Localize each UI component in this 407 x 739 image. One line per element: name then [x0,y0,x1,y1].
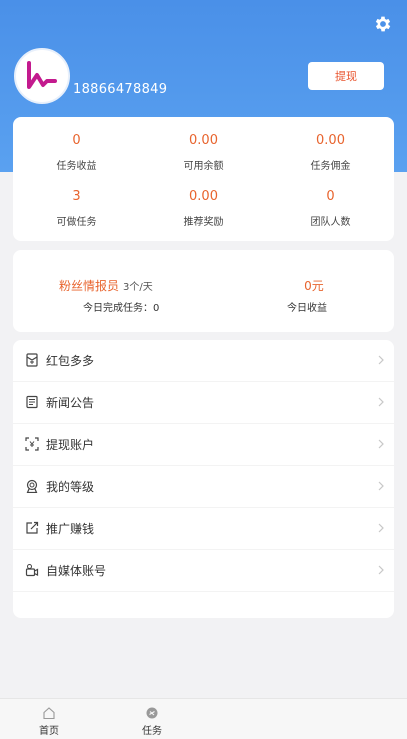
menu-item-label: 自媒体账号 [46,564,107,578]
fans-title-text: 粉丝情报员 [59,279,120,293]
share-icon [26,521,39,534]
menu-item-label: 提现账户 [46,438,95,452]
stat-label: 团队人数 [310,217,351,228]
bottom-tab-bar: 首页 任务 [0,698,407,739]
avatar-logo-icon [27,61,57,89]
menu-item-media-account[interactable]: 自媒体账号 [13,550,394,592]
fans-card[interactable]: 粉丝情报员 3个/天 今日完成任务：0 0元 今日收益 [13,250,394,332]
settings-gear-icon[interactable] [373,14,393,34]
level-badge-icon [26,479,38,493]
task-icon [146,707,158,719]
stat-value: 0 [326,189,335,204]
menu-item-withdraw-account[interactable]: 提现账户 [13,424,394,466]
tab-tasks[interactable]: 任务 [117,699,187,739]
stat-task-income[interactable]: 0 任务收益 [13,133,140,172]
news-icon [26,395,38,409]
tab-label: 任务 [142,726,162,737]
stats-card: 0 任务收益 0.00 可用余额 0.00 任务佣金 3 可做任务 0.00 推… [13,117,394,241]
tab-label: 首页 [39,726,59,737]
menu-item-label: 我的等级 [46,480,95,494]
red-packet-icon [26,353,38,367]
stat-label: 推荐奖励 [183,217,224,228]
chevron-right-icon [378,397,384,407]
menu-item-label: 红包多多 [46,354,95,368]
today-income-value: 0元 [304,279,324,293]
stat-available-tasks[interactable]: 3 可做任务 [13,189,140,228]
today-income-label: 今日收益 [287,303,327,314]
menu-item-label: 推广赚钱 [46,522,95,536]
stat-referral-reward[interactable]: 0.00 推荐奖励 [140,189,267,228]
stat-value: 0 [72,133,81,148]
menu-item-red-packet[interactable]: 红包多多 [13,340,394,382]
menu-card: 红包多多 新闻公告 提现账户 我的等级 推广赚钱 自媒体账号 [13,340,394,618]
chevron-right-icon [378,355,384,365]
stat-label: 任务佣金 [310,161,351,172]
chevron-right-icon [378,481,384,491]
stat-value: 0.00 [316,133,345,148]
camera-icon [25,564,39,577]
stat-available-balance[interactable]: 0.00 可用余额 [140,133,267,172]
withdraw-account-icon [25,437,39,451]
chevron-right-icon [378,565,384,575]
fans-rate: 3个/天 [123,282,153,293]
stat-team-size[interactable]: 0 团队人数 [267,189,394,228]
stat-value: 0.00 [189,133,218,148]
stat-label: 可用余额 [183,161,224,172]
stat-task-commission[interactable]: 0.00 任务佣金 [267,133,394,172]
stat-value: 0.00 [189,189,218,204]
tab-home[interactable]: 首页 [14,699,84,739]
stat-value: 3 [72,189,81,204]
chevron-right-icon [378,439,384,449]
menu-item-my-level[interactable]: 我的等级 [13,466,394,508]
menu-item-news[interactable]: 新闻公告 [13,382,394,424]
menu-item-promote[interactable]: 推广赚钱 [13,508,394,550]
stat-label: 任务收益 [56,161,97,172]
home-icon [43,707,55,720]
avatar[interactable] [14,48,70,104]
phone-number: 18866478849 [73,82,168,97]
withdraw-button[interactable]: 提现 [308,62,384,90]
stat-label: 可做任务 [56,217,97,228]
menu-item-label: 新闻公告 [46,396,95,410]
fans-title: 粉丝情报员 3个/天 [59,277,153,294]
chevron-right-icon [378,523,384,533]
fans-completed-count: 今日完成任务：0 [83,303,160,314]
